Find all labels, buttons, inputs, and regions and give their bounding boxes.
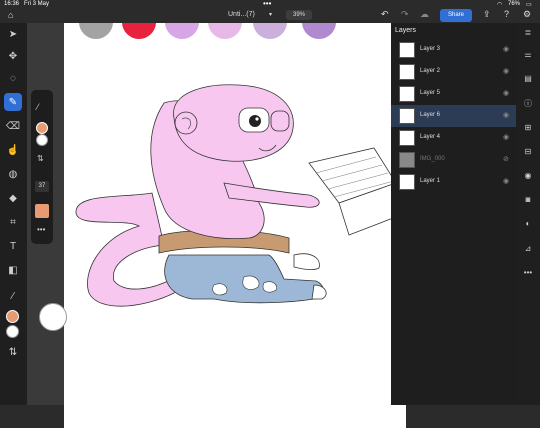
- text-icon[interactable]: T: [4, 237, 22, 255]
- group-icon[interactable]: ⊟: [521, 144, 535, 158]
- layer-row-layer-3[interactable]: Layer 3 ◉: [391, 39, 516, 61]
- layer-row-layer-5[interactable]: Layer 5 ◉: [391, 83, 516, 105]
- eraser-icon[interactable]: ⌫: [4, 117, 22, 135]
- layer-row-img-000[interactable]: IMG_000 ⊘: [391, 149, 516, 171]
- layer-name: Layer 4: [420, 134, 441, 140]
- redo-icon[interactable]: ↷: [401, 9, 409, 20]
- layer-thumbnail: [399, 152, 415, 168]
- multitask-dots-icon[interactable]: •••: [263, 0, 271, 8]
- visibility-eye-icon[interactable]: ◉: [503, 133, 509, 141]
- swap-colors-icon[interactable]: ⇅: [4, 343, 22, 361]
- status-date: Fri 3 May: [24, 1, 50, 7]
- layer-name: Layer 2: [420, 68, 441, 74]
- wifi-icon: ◠: [497, 2, 503, 8]
- more-options-icon[interactable]: •••: [521, 265, 535, 279]
- adjustments-icon[interactable]: ⚌: [521, 47, 535, 61]
- layers-panel: Layers Layer 3 ◉ Layer 2 ◉ Layer 5 ◉ Lay…: [391, 23, 516, 405]
- select-arrow-icon[interactable]: ➤: [4, 25, 22, 43]
- brush-color-chip[interactable]: [35, 204, 49, 218]
- secondary-color-swatch[interactable]: [6, 325, 19, 338]
- info-icon[interactable]: ⓘ: [521, 96, 535, 110]
- visibility-icon[interactable]: ◉: [521, 168, 535, 182]
- left-toolbar: ➤ ✥ ◌ ✎ ⌫ ☝ ◍ ◆ ⌗ T ◧ ⁄ ⇅: [0, 23, 27, 405]
- more-options-icon[interactable]: •••: [37, 225, 45, 234]
- undo-icon[interactable]: ↶: [381, 9, 389, 20]
- eyedropper-icon[interactable]: ⁄: [37, 102, 39, 112]
- layer-thumbnail: [399, 130, 415, 146]
- chevron-down-icon[interactable]: ▾: [269, 11, 272, 18]
- visibility-eye-icon[interactable]: ◉: [503, 177, 509, 185]
- artboard[interactable]: [64, 23, 406, 428]
- top-bar: ⌂ Unti...(7) ▾ 39% ↶ ↷ ☁ Share ⇪ ? ⚙: [0, 9, 540, 23]
- add-layer-icon[interactable]: ⊞: [521, 120, 535, 134]
- layer-name: Layer 3: [420, 46, 441, 52]
- layer-row-layer-1[interactable]: Layer 1 ◉: [391, 171, 516, 193]
- layer-thumbnail: [399, 108, 415, 124]
- status-time: 16:36: [4, 1, 20, 7]
- adjustment-layer-icon[interactable]: ◐: [521, 216, 535, 230]
- layer-name: Layer 6: [420, 112, 441, 118]
- popup-primary-color[interactable]: [36, 122, 48, 134]
- mask-icon[interactable]: ◙: [521, 192, 535, 206]
- shapes-icon[interactable]: ◧: [4, 261, 22, 279]
- share-button[interactable]: Share: [440, 9, 472, 22]
- layer-name: Layer 5: [420, 90, 441, 96]
- status-battery: 76%: [508, 1, 521, 7]
- visibility-eye-icon[interactable]: ◉: [503, 111, 509, 119]
- lasso-icon[interactable]: ◌: [4, 69, 22, 87]
- export-icon[interactable]: ⇪: [483, 9, 491, 20]
- battery-icon: ▭: [526, 2, 532, 8]
- status-bar: 16:36 Fri 3 May ••• ◠ 76% ▭: [0, 0, 540, 9]
- zoom-level[interactable]: 39%: [286, 10, 312, 20]
- visibility-eye-icon[interactable]: ◉: [503, 89, 509, 97]
- brush-options-popup: ⁄ ⇅ 37 •••: [31, 90, 53, 244]
- fill-bucket-icon[interactable]: ◆: [4, 189, 22, 207]
- right-toolbar: ≣ ⚌ ▤ ⓘ ⊞ ⊟ ◉ ◙ ◐ ⊿ •••: [516, 23, 540, 405]
- properties-icon[interactable]: ▤: [521, 71, 535, 85]
- document-title[interactable]: Unti...(7): [228, 11, 255, 18]
- layers-stack-icon[interactable]: ≣: [521, 25, 535, 39]
- layer-thumbnail: [399, 86, 415, 102]
- layer-row-layer-6[interactable]: Layer 6 ◉: [391, 105, 516, 127]
- layers-panel-title: Layers: [395, 27, 417, 34]
- transform-icon[interactable]: ✥: [4, 47, 22, 65]
- swap-icon[interactable]: ⇅: [37, 154, 44, 163]
- canvas-area[interactable]: [27, 23, 406, 428]
- layer-thumbnail: [399, 174, 415, 190]
- illustration: [75, 84, 406, 307]
- popup-secondary-color[interactable]: [36, 134, 48, 146]
- brush-icon[interactable]: ✎: [4, 93, 22, 111]
- eyedropper-icon[interactable]: ⁄: [4, 287, 22, 305]
- brush-preview-circle: [39, 303, 67, 331]
- visibility-eye-icon[interactable]: ◉: [503, 45, 509, 53]
- visibility-eye-icon[interactable]: ◉: [503, 67, 509, 75]
- home-icon[interactable]: ⌂: [8, 10, 13, 20]
- layer-name: Layer 1: [420, 178, 441, 184]
- liquify-icon[interactable]: ◍: [4, 165, 22, 183]
- layer-thumbnail: [399, 42, 415, 58]
- cloud-icon[interactable]: ☁: [420, 9, 429, 20]
- crop-icon[interactable]: ⌗: [4, 213, 22, 231]
- brush-size-value[interactable]: 37: [35, 181, 49, 192]
- layer-row-layer-4[interactable]: Layer 4 ◉: [391, 127, 516, 149]
- visibility-hidden-icon[interactable]: ⊘: [503, 155, 509, 163]
- layer-row-layer-2[interactable]: Layer 2 ◉: [391, 61, 516, 83]
- help-icon[interactable]: ?: [504, 9, 509, 19]
- primary-color-swatch[interactable]: [6, 310, 19, 323]
- settings-gear-icon[interactable]: ⚙: [523, 9, 531, 20]
- layer-thumbnail: [399, 64, 415, 80]
- layer-name: IMG_000: [420, 156, 445, 162]
- merge-icon[interactable]: ⊿: [521, 241, 535, 255]
- smudge-icon[interactable]: ☝: [4, 141, 22, 159]
